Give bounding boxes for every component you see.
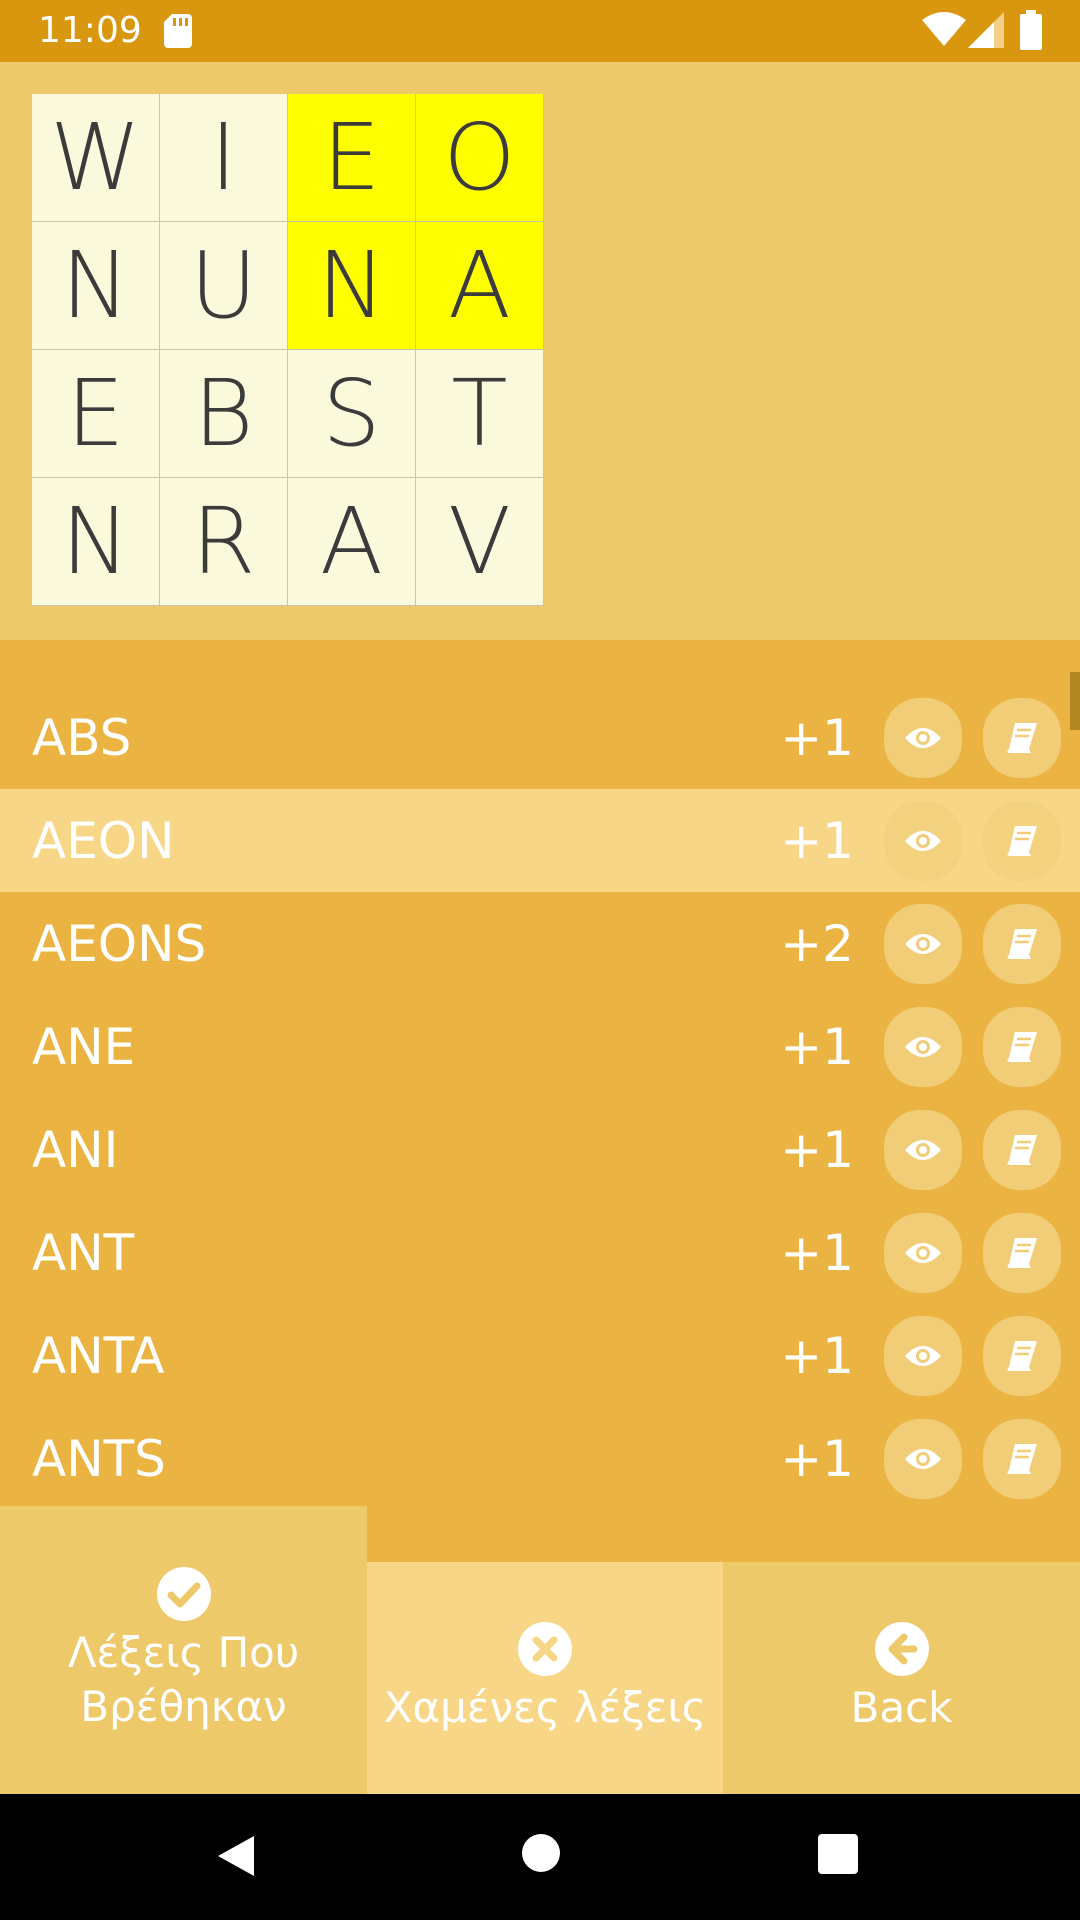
eye-icon: [903, 724, 943, 752]
word-label: AEONS: [32, 914, 207, 973]
nav-home-icon[interactable]: [522, 1834, 560, 1872]
word-score: +2: [780, 914, 854, 973]
word-label: AEON: [32, 811, 175, 870]
word-label: ANT: [32, 1223, 135, 1282]
grid-cell[interactable]: V: [416, 478, 544, 606]
bottom-tabs: Λέξεις Που Βρέθηκαν Χαμένες λέξεις Back: [0, 1506, 1080, 1794]
reveal-button[interactable]: [884, 1213, 962, 1293]
grid-cell[interactable]: N: [288, 222, 416, 350]
book-icon: [1005, 1236, 1039, 1270]
tab-missed-label: Χαμένες λέξεις: [383, 1683, 707, 1732]
book-icon: [1005, 1339, 1039, 1373]
reveal-button[interactable]: [884, 1110, 962, 1190]
grid-cell[interactable]: S: [288, 350, 416, 478]
board-area: WIEONUNAEBSTNRAV: [0, 62, 1080, 640]
grid-cell[interactable]: T: [416, 350, 544, 478]
grid-cell[interactable]: N: [32, 478, 160, 606]
list-item[interactable]: ANTA +1: [0, 1304, 1080, 1407]
word-score: +1: [780, 1429, 854, 1488]
word-score: +1: [780, 1223, 854, 1282]
grid-cell[interactable]: E: [288, 94, 416, 222]
reveal-button[interactable]: [884, 801, 962, 881]
word-label: ANTA: [32, 1326, 165, 1385]
dictionary-button[interactable]: [983, 1110, 1061, 1190]
tab-found-words[interactable]: Λέξεις Που Βρέθηκαν: [0, 1506, 367, 1794]
word-score: +1: [780, 1120, 854, 1179]
status-bar: 11:09: [0, 0, 1080, 62]
eye-icon: [903, 1342, 943, 1370]
dictionary-button[interactable]: [983, 1007, 1061, 1087]
eye-icon: [903, 827, 943, 855]
system-nav-bar: [0, 1794, 1080, 1920]
book-icon: [1005, 721, 1039, 755]
word-score: +1: [780, 811, 854, 870]
grid-cell[interactable]: U: [160, 222, 288, 350]
reveal-button[interactable]: [884, 1007, 962, 1087]
dictionary-button[interactable]: [983, 1213, 1061, 1293]
word-label: ANI: [32, 1120, 119, 1179]
book-icon: [1005, 1133, 1039, 1167]
dictionary-button[interactable]: [983, 1419, 1061, 1499]
signal-icon: [968, 12, 1004, 48]
word-score: +1: [780, 1017, 854, 1076]
word-score: +1: [780, 708, 854, 767]
book-icon: [1005, 824, 1039, 858]
eye-icon: [903, 1136, 943, 1164]
dictionary-button[interactable]: [983, 801, 1061, 881]
reveal-button[interactable]: [884, 904, 962, 984]
status-time: 11:09: [38, 10, 142, 51]
grid-cell[interactable]: I: [160, 94, 288, 222]
book-icon: [1005, 927, 1039, 961]
wifi-icon: [922, 12, 966, 46]
list-item[interactable]: ABS +1: [0, 686, 1080, 789]
x-circle-icon: [518, 1622, 572, 1676]
tab-back[interactable]: Back: [723, 1562, 1080, 1794]
word-label: ANE: [32, 1017, 136, 1076]
reveal-button[interactable]: [884, 698, 962, 778]
eye-icon: [903, 1033, 943, 1061]
check-circle-icon: [156, 1567, 211, 1621]
grid-cell[interactable]: W: [32, 94, 160, 222]
list-item[interactable]: ANE +1: [0, 995, 1080, 1098]
tab-found-line2: Βρέθηκαν: [80, 1682, 287, 1731]
word-rows: ABS +1 AEON +1 AEONS +2 ANE +1 ANI +1 ANT +1 ANTA +1 A…: [0, 686, 1080, 1510]
grid-cell[interactable]: E: [32, 350, 160, 478]
dictionary-button[interactable]: [983, 904, 1061, 984]
grid-cell[interactable]: N: [32, 222, 160, 350]
word-score: +1: [780, 1326, 854, 1385]
dictionary-button[interactable]: [983, 698, 1061, 778]
tab-missed-words[interactable]: Χαμένες λέξεις: [367, 1562, 723, 1794]
grid-cell[interactable]: R: [160, 478, 288, 606]
list-item[interactable]: ANTS +1: [0, 1407, 1080, 1510]
word-label: ABS: [32, 708, 132, 767]
dictionary-button[interactable]: [983, 1316, 1061, 1396]
battery-icon: [1020, 10, 1042, 50]
list-item[interactable]: ANI +1: [0, 1098, 1080, 1201]
grid-cell[interactable]: A: [416, 222, 544, 350]
word-list[interactable]: ABS +1 AEON +1 AEONS +2 ANE +1 ANI +1 ANT +1 ANTA +1 A…: [0, 640, 1080, 1562]
tab-back-label: Back: [850, 1683, 953, 1732]
arrow-left-circle-icon: [874, 1622, 929, 1676]
nav-recents-icon[interactable]: [818, 1834, 858, 1874]
book-icon: [1005, 1442, 1039, 1476]
grid-cell[interactable]: O: [416, 94, 544, 222]
eye-icon: [903, 930, 943, 958]
sd-card-icon: [164, 14, 192, 48]
word-label: ANTS: [32, 1429, 166, 1488]
eye-icon: [903, 1445, 943, 1473]
grid-cell[interactable]: A: [288, 478, 416, 606]
reveal-button[interactable]: [884, 1316, 962, 1396]
list-item[interactable]: AEON +1: [0, 789, 1080, 892]
tab-found-line1: Λέξεις Που: [67, 1628, 300, 1677]
nav-back-icon[interactable]: [216, 1834, 256, 1878]
letter-grid: WIEONUNAEBSTNRAV: [32, 94, 544, 606]
list-item[interactable]: ANT +1: [0, 1201, 1080, 1304]
book-icon: [1005, 1030, 1039, 1064]
list-item[interactable]: AEONS +2: [0, 892, 1080, 995]
reveal-button[interactable]: [884, 1419, 962, 1499]
eye-icon: [903, 1239, 943, 1267]
grid-cell[interactable]: B: [160, 350, 288, 478]
